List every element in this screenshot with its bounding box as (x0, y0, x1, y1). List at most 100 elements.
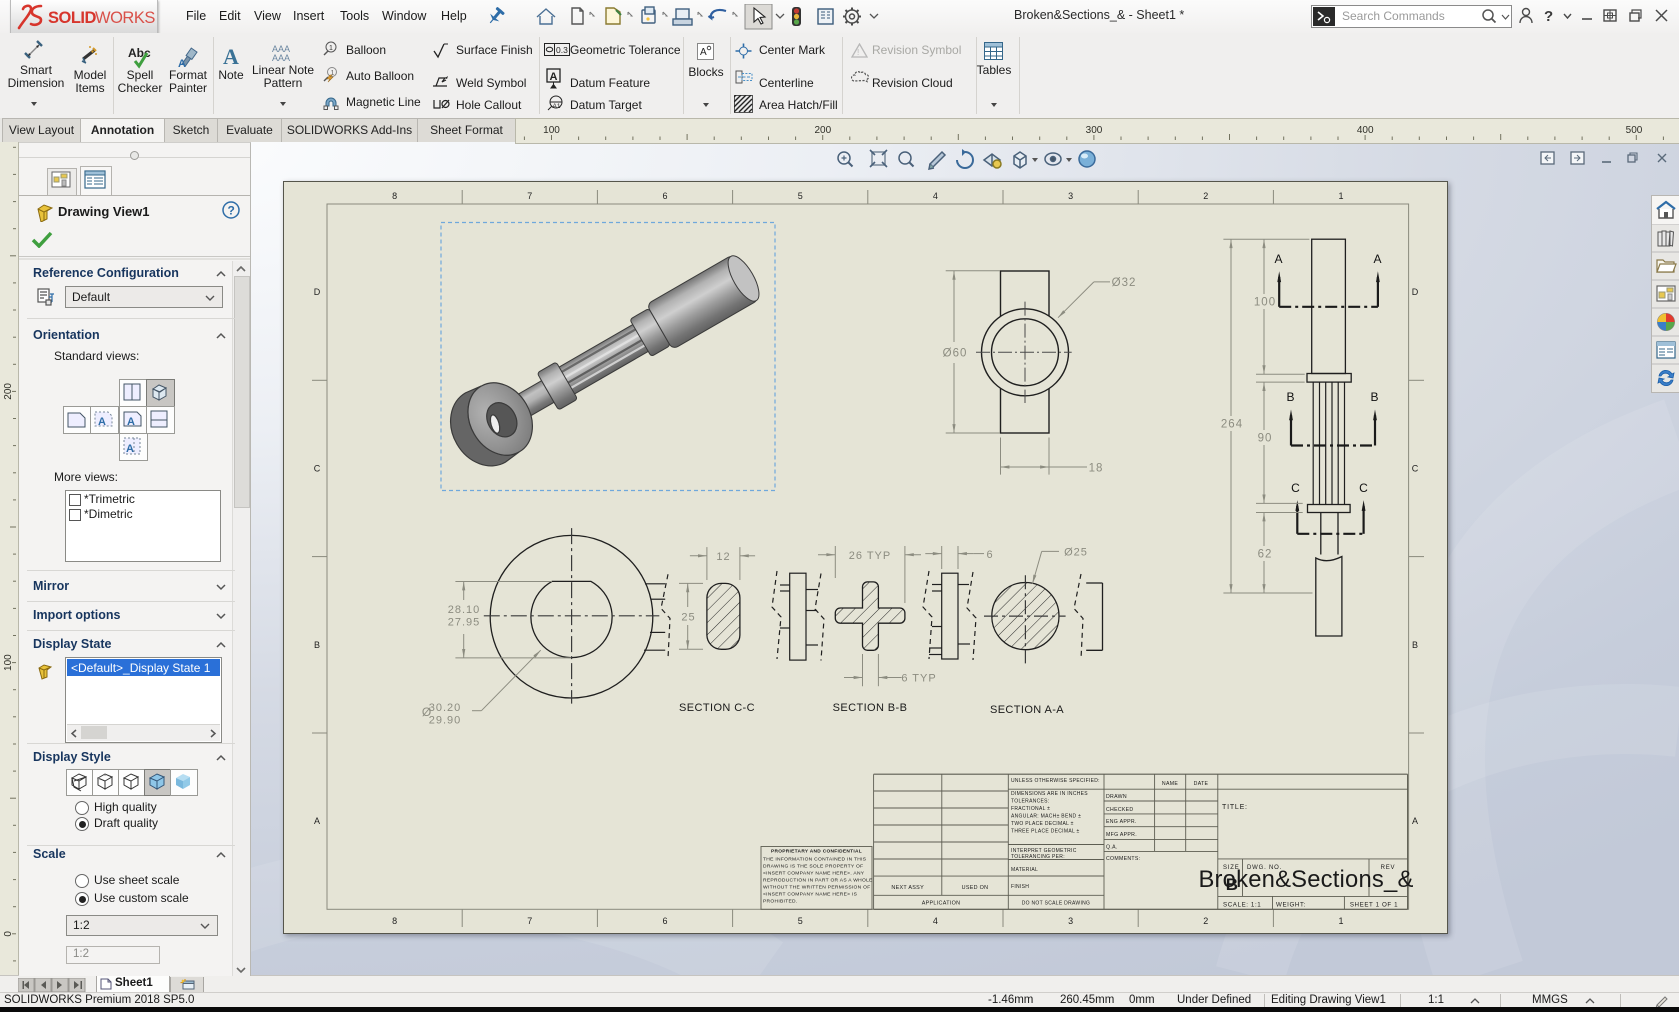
svg-text:0.3: 0.3 (556, 45, 568, 55)
svg-text:Abc: Abc (128, 46, 151, 60)
svg-text:4: 4 (933, 191, 938, 201)
svg-text:264: 264 (1221, 419, 1243, 431)
svg-text:REPRODUCTION IN PART OR AS A W: REPRODUCTION IN PART OR AS A WHOLE (763, 878, 873, 884)
svg-text:PROPRIETARY AND CONFIDENTIAL: PROPRIETARY AND CONFIDENTIAL (771, 849, 862, 855)
svg-text:3: 3 (1068, 191, 1073, 201)
svg-text:C: C (1359, 481, 1369, 495)
svg-text:COMMENTS:: COMMENTS: (1106, 856, 1140, 862)
svg-text:THREE PLACE DECIMAL ±: THREE PLACE DECIMAL ± (1011, 829, 1080, 835)
svg-text:5: 5 (798, 916, 803, 926)
svg-text:SECTION C-C: SECTION C-C (679, 702, 755, 714)
svg-text:100: 100 (3, 654, 14, 671)
svg-text:SECTION A-A: SECTION A-A (990, 704, 1064, 716)
svg-text:Broken&Sections_&: Broken&Sections_& (1198, 866, 1413, 893)
svg-text:<INSERT COMPANY NAME HERE> IS: <INSERT COMPANY NAME HERE> IS (763, 892, 858, 898)
svg-text:B: B (1286, 390, 1295, 404)
svg-text:A: A (550, 71, 558, 83)
svg-text:2: 2 (1203, 916, 1208, 926)
svg-text:TOLERANCES:: TOLERANCES: (1011, 799, 1050, 805)
svg-text:8: 8 (392, 191, 397, 201)
svg-text:C: C (1291, 481, 1301, 495)
svg-text:APPLICATION: APPLICATION (922, 901, 961, 907)
svg-text:Ø: Ø (422, 705, 432, 719)
svg-text:26 TYP: 26 TYP (849, 550, 892, 562)
svg-text:25: 25 (681, 612, 695, 624)
svg-text:B: B (314, 640, 320, 650)
svg-text:0: 0 (3, 931, 14, 937)
svg-text:ANGULAR: MACH± BEND ±: ANGULAR: MACH± BEND ± (1011, 814, 1081, 820)
svg-text:A: A (127, 416, 135, 428)
svg-text:A: A (126, 443, 134, 455)
svg-text:4: 4 (933, 916, 938, 926)
svg-text:3: 3 (1068, 916, 1073, 926)
svg-text:MATERIAL: MATERIAL (1011, 867, 1038, 873)
svg-text:7: 7 (527, 916, 532, 926)
svg-text:7: 7 (527, 191, 532, 201)
svg-text:B: B (1412, 640, 1418, 650)
svg-text:DIMENSIONS ARE IN INCHES: DIMENSIONS ARE IN INCHES (1011, 791, 1088, 797)
svg-text:TWO PLACE DECIMAL ±: TWO PLACE DECIMAL ± (1011, 821, 1074, 827)
svg-text:PROHIBITED.: PROHIBITED. (763, 899, 798, 905)
svg-text:29.90: 29.90 (429, 715, 462, 727)
svg-text:SCALE: 1:1: SCALE: 1:1 (1223, 902, 1261, 909)
svg-text:C: C (1412, 464, 1419, 474)
svg-text:28.10: 28.10 (448, 604, 481, 616)
svg-text:ENG APPR.: ENG APPR. (1106, 819, 1137, 825)
svg-text:?: ? (228, 204, 235, 218)
svg-text:6 TYP: 6 TYP (901, 673, 936, 685)
svg-text:A: A (314, 816, 320, 826)
svg-text:MFG APPR.: MFG APPR. (1106, 832, 1137, 838)
svg-text:D: D (314, 287, 321, 297)
svg-text:12: 12 (716, 551, 730, 563)
svg-text:SECTION B-B: SECTION B-B (833, 702, 908, 714)
svg-text:1: 1 (1338, 916, 1343, 926)
svg-text:C: C (314, 464, 321, 474)
svg-text:500: 500 (1626, 125, 1643, 136)
svg-text:TOLERANCING PER:: TOLERANCING PER: (1011, 854, 1065, 860)
svg-text:SHEET 1 OF 1: SHEET 1 OF 1 (1350, 902, 1398, 909)
svg-text:27.95: 27.95 (448, 617, 481, 629)
svg-text:A1: A1 (553, 103, 561, 110)
svg-text:!: ! (857, 48, 859, 57)
svg-text:WEIGHT:: WEIGHT: (1276, 902, 1306, 909)
svg-text:90: 90 (1258, 432, 1273, 444)
svg-text:FINISH: FINISH (1011, 884, 1029, 890)
svg-text:WORKS: WORKS (95, 9, 155, 27)
svg-text:DATE: DATE (1194, 781, 1209, 787)
svg-text:<INSERT COMPANY NAME HERE>. A: <INSERT COMPANY NAME HERE>. ANY (763, 871, 865, 877)
svg-text:FRACTIONAL ±: FRACTIONAL ± (1011, 806, 1050, 812)
svg-text:30.20: 30.20 (429, 702, 462, 714)
svg-text:DO NOT SCALE DRAWING: DO NOT SCALE DRAWING (1022, 901, 1091, 907)
svg-text:D: D (1412, 287, 1419, 297)
svg-text:?: ? (1544, 8, 1553, 25)
svg-text:Ø32: Ø32 (1112, 277, 1137, 289)
svg-text:5: 5 (798, 191, 803, 201)
svg-text:DRAWING IS THE SOLE PROPERTY O: DRAWING IS THE SOLE PROPERTY OF (763, 864, 863, 870)
svg-text:300: 300 (1086, 125, 1103, 136)
svg-text:UNLESS OTHERWISE SPECIFIED:: UNLESS OTHERWISE SPECIFIED: (1011, 778, 1100, 784)
svg-text:62: 62 (1258, 549, 1273, 561)
svg-text:400: 400 (1357, 125, 1374, 136)
svg-text:2: 2 (1203, 191, 1208, 201)
svg-text:CHECKED: CHECKED (1106, 807, 1133, 813)
svg-text:1: 1 (329, 45, 333, 52)
svg-text:8: 8 (392, 916, 397, 926)
svg-text:AAA: AAA (272, 53, 290, 62)
svg-text:18: 18 (1089, 463, 1104, 475)
svg-text:TITLE:: TITLE: (1222, 804, 1248, 811)
svg-text:200: 200 (814, 125, 831, 136)
svg-text:100: 100 (543, 125, 560, 136)
svg-text:A: A (223, 45, 239, 67)
svg-text:6: 6 (662, 191, 667, 201)
svg-text:A: A (98, 416, 106, 428)
svg-text:Ø60: Ø60 (943, 348, 968, 360)
svg-text:200: 200 (3, 383, 14, 400)
svg-text:DRAWN: DRAWN (1106, 794, 1127, 800)
svg-text:B: B (1370, 390, 1379, 404)
svg-text:SOLID: SOLID (48, 9, 97, 27)
svg-text:Ø25: Ø25 (1064, 547, 1088, 559)
svg-text:USED ON: USED ON (962, 885, 989, 891)
svg-text:100: 100 (1254, 296, 1276, 308)
svg-text:NEXT ASSY: NEXT ASSY (891, 885, 924, 891)
svg-text:1: 1 (1338, 191, 1343, 201)
